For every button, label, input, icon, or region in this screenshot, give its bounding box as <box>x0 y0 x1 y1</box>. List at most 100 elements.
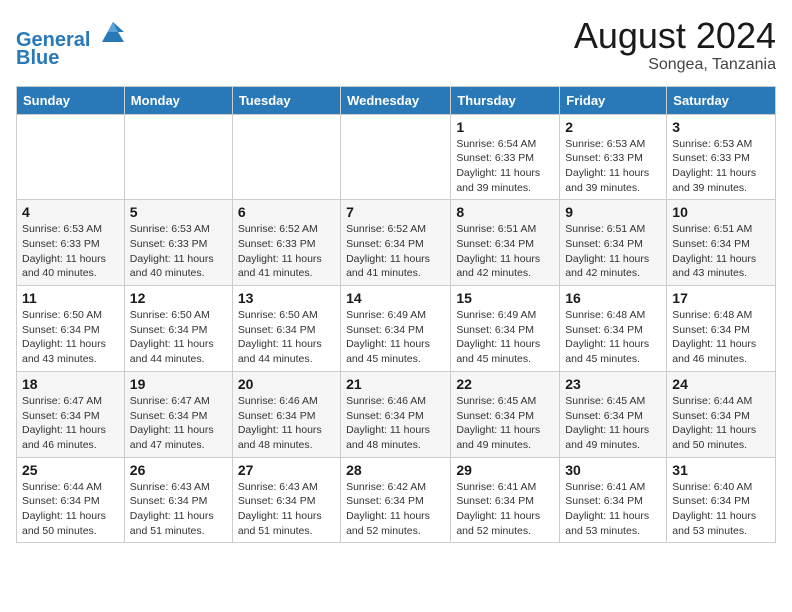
calendar-cell: 5Sunrise: 6:53 AM Sunset: 6:33 PM Daylig… <box>124 200 232 286</box>
logo-text: General <box>16 16 128 51</box>
calendar-cell: 12Sunrise: 6:50 AM Sunset: 6:34 PM Dayli… <box>124 286 232 372</box>
day-info: Sunrise: 6:54 AM Sunset: 6:33 PM Dayligh… <box>456 137 554 196</box>
calendar-cell: 21 Sunrise: 6:46 AM Sunset: 6:34 PM Dayli… <box>341 371 451 457</box>
day-number: 3 <box>672 119 770 135</box>
day-number: 13 <box>238 290 335 306</box>
day-number: 28 <box>346 462 445 478</box>
title-area: August 2024 Songea, Tanzania <box>574 16 776 74</box>
calendar-cell: 6Sunrise: 6:52 AM Sunset: 6:33 PM Daylig… <box>232 200 340 286</box>
calendar-cell <box>232 114 340 200</box>
weekday-header-sunday: Sunday <box>17 86 125 114</box>
calendar-cell: 9Sunrise: 6:51 AM Sunset: 6:34 PM Daylig… <box>560 200 667 286</box>
calendar-cell: 25Sunrise: 6:44 AM Sunset: 6:34 PM Dayli… <box>17 457 125 543</box>
calendar-cell <box>124 114 232 200</box>
calendar-cell: 19 Sunrise: 6:47 AM Sunset: 6:34 PM Dayli… <box>124 371 232 457</box>
day-number: 15 <box>456 290 554 306</box>
day-info: Sunrise: 6:45 AM Sunset: 6:34 PM Dayligh… <box>565 394 661 453</box>
calendar-cell: 14 Sunrise: 6:49 AM Sunset: 6:34 PM Dayli… <box>341 286 451 372</box>
day-number: 9 <box>565 204 661 220</box>
day-number: 11 <box>22 290 119 306</box>
day-info: Sunrise: 6:51 AM Sunset: 6:34 PM Dayligh… <box>672 222 770 281</box>
month-year: August 2024 <box>574 16 776 56</box>
calendar-cell: 20Sunrise: 6:46 AM Sunset: 6:34 PM Dayli… <box>232 371 340 457</box>
calendar-cell <box>341 114 451 200</box>
day-number: 4 <box>22 204 119 220</box>
calendar-cell <box>17 114 125 200</box>
day-number: 7 <box>346 204 445 220</box>
day-info: Sunrise: 6:53 AM Sunset: 6:33 PM Dayligh… <box>565 137 661 196</box>
calendar-cell: 15 Sunrise: 6:49 AM Sunset: 6:34 PM Dayli… <box>451 286 560 372</box>
calendar-cell: 16 Sunrise: 6:48 AM Sunset: 6:34 PM Dayli… <box>560 286 667 372</box>
weekday-header-monday: Monday <box>124 86 232 114</box>
day-info: Sunrise: 6:50 AM Sunset: 6:34 PM Dayligh… <box>22 308 119 367</box>
week-row-4: 18Sunrise: 6:47 AM Sunset: 6:34 PM Dayli… <box>17 371 776 457</box>
calendar-cell: 17 Sunrise: 6:48 AM Sunset: 6:34 PM Dayli… <box>667 286 776 372</box>
day-number: 17 <box>672 290 770 306</box>
calendar-cell: 2 Sunrise: 6:53 AM Sunset: 6:33 PM Daylig… <box>560 114 667 200</box>
calendar-cell: 11 Sunrise: 6:50 AM Sunset: 6:34 PM Dayli… <box>17 286 125 372</box>
day-info: Sunrise: 6:49 AM Sunset: 6:34 PM Dayligh… <box>456 308 554 367</box>
calendar-cell: 8Sunrise: 6:51 AM Sunset: 6:34 PM Daylig… <box>451 200 560 286</box>
calendar-cell: 23Sunrise: 6:45 AM Sunset: 6:34 PM Dayli… <box>560 371 667 457</box>
day-info: Sunrise: 6:40 AM Sunset: 6:34 PM Dayligh… <box>672 480 770 539</box>
day-info: Sunrise: 6:48 AM Sunset: 6:34 PM Dayligh… <box>565 308 661 367</box>
calendar-cell: 26 Sunrise: 6:43 AM Sunset: 6:34 PM Dayli… <box>124 457 232 543</box>
day-number: 24 <box>672 376 770 392</box>
page-header: General Blue August 2024 Songea, Tanzani… <box>16 16 776 74</box>
calendar-cell: 27Sunrise: 6:43 AM Sunset: 6:34 PM Dayli… <box>232 457 340 543</box>
calendar-cell: 24 Sunrise: 6:44 AM Sunset: 6:34 PM Dayli… <box>667 371 776 457</box>
calendar-cell: 29 Sunrise: 6:41 AM Sunset: 6:34 PM Dayli… <box>451 457 560 543</box>
calendar-cell: 3Sunrise: 6:53 AM Sunset: 6:33 PM Daylig… <box>667 114 776 200</box>
day-number: 16 <box>565 290 661 306</box>
calendar-cell: 31 Sunrise: 6:40 AM Sunset: 6:34 PM Dayli… <box>667 457 776 543</box>
day-number: 2 <box>565 119 661 135</box>
calendar-cell: 13 Sunrise: 6:50 AM Sunset: 6:34 PM Dayli… <box>232 286 340 372</box>
day-info: Sunrise: 6:52 AM Sunset: 6:34 PM Dayligh… <box>346 222 445 281</box>
day-info: Sunrise: 6:53 AM Sunset: 6:33 PM Dayligh… <box>130 222 227 281</box>
day-number: 31 <box>672 462 770 478</box>
day-info: Sunrise: 6:43 AM Sunset: 6:34 PM Dayligh… <box>130 480 227 539</box>
day-number: 30 <box>565 462 661 478</box>
weekday-header-friday: Friday <box>560 86 667 114</box>
week-row-5: 25Sunrise: 6:44 AM Sunset: 6:34 PM Dayli… <box>17 457 776 543</box>
day-number: 26 <box>130 462 227 478</box>
calendar-cell: 30Sunrise: 6:41 AM Sunset: 6:34 PM Dayli… <box>560 457 667 543</box>
day-info: Sunrise: 6:50 AM Sunset: 6:34 PM Dayligh… <box>238 308 335 367</box>
week-row-1: 1 Sunrise: 6:54 AM Sunset: 6:33 PM Daylig… <box>17 114 776 200</box>
day-number: 14 <box>346 290 445 306</box>
day-info: Sunrise: 6:47 AM Sunset: 6:34 PM Dayligh… <box>130 394 227 453</box>
day-number: 8 <box>456 204 554 220</box>
calendar-cell: 4 Sunrise: 6:53 AM Sunset: 6:33 PM Daylig… <box>17 200 125 286</box>
calendar-cell: 10 Sunrise: 6:51 AM Sunset: 6:34 PM Dayli… <box>667 200 776 286</box>
day-info: Sunrise: 6:41 AM Sunset: 6:34 PM Dayligh… <box>456 480 554 539</box>
day-info: Sunrise: 6:45 AM Sunset: 6:34 PM Dayligh… <box>456 394 554 453</box>
weekday-header-wednesday: Wednesday <box>341 86 451 114</box>
day-info: Sunrise: 6:50 AM Sunset: 6:34 PM Dayligh… <box>130 308 227 367</box>
day-number: 21 <box>346 376 445 392</box>
weekday-header-tuesday: Tuesday <box>232 86 340 114</box>
day-info: Sunrise: 6:53 AM Sunset: 6:33 PM Dayligh… <box>22 222 119 281</box>
logo: General Blue <box>16 16 128 70</box>
day-number: 25 <box>22 462 119 478</box>
day-number: 22 <box>456 376 554 392</box>
day-info: Sunrise: 6:42 AM Sunset: 6:34 PM Dayligh… <box>346 480 445 539</box>
day-info: Sunrise: 6:48 AM Sunset: 6:34 PM Dayligh… <box>672 308 770 367</box>
calendar-cell: 22 Sunrise: 6:45 AM Sunset: 6:34 PM Dayli… <box>451 371 560 457</box>
day-info: Sunrise: 6:52 AM Sunset: 6:33 PM Dayligh… <box>238 222 335 281</box>
calendar-cell: 1 Sunrise: 6:54 AM Sunset: 6:33 PM Daylig… <box>451 114 560 200</box>
day-number: 29 <box>456 462 554 478</box>
calendar-cell: 7 Sunrise: 6:52 AM Sunset: 6:34 PM Daylig… <box>341 200 451 286</box>
day-number: 19 <box>130 376 227 392</box>
day-info: Sunrise: 6:43 AM Sunset: 6:34 PM Dayligh… <box>238 480 335 539</box>
day-info: Sunrise: 6:47 AM Sunset: 6:34 PM Dayligh… <box>22 394 119 453</box>
day-info: Sunrise: 6:44 AM Sunset: 6:34 PM Dayligh… <box>672 394 770 453</box>
calendar: SundayMondayTuesdayWednesdayThursdayFrid… <box>16 86 776 544</box>
weekday-header-saturday: Saturday <box>667 86 776 114</box>
day-info: Sunrise: 6:46 AM Sunset: 6:34 PM Dayligh… <box>346 394 445 453</box>
day-number: 10 <box>672 204 770 220</box>
weekday-header-thursday: Thursday <box>451 86 560 114</box>
day-info: Sunrise: 6:49 AM Sunset: 6:34 PM Dayligh… <box>346 308 445 367</box>
day-number: 1 <box>456 119 554 135</box>
week-row-2: 4 Sunrise: 6:53 AM Sunset: 6:33 PM Daylig… <box>17 200 776 286</box>
day-number: 20 <box>238 376 335 392</box>
